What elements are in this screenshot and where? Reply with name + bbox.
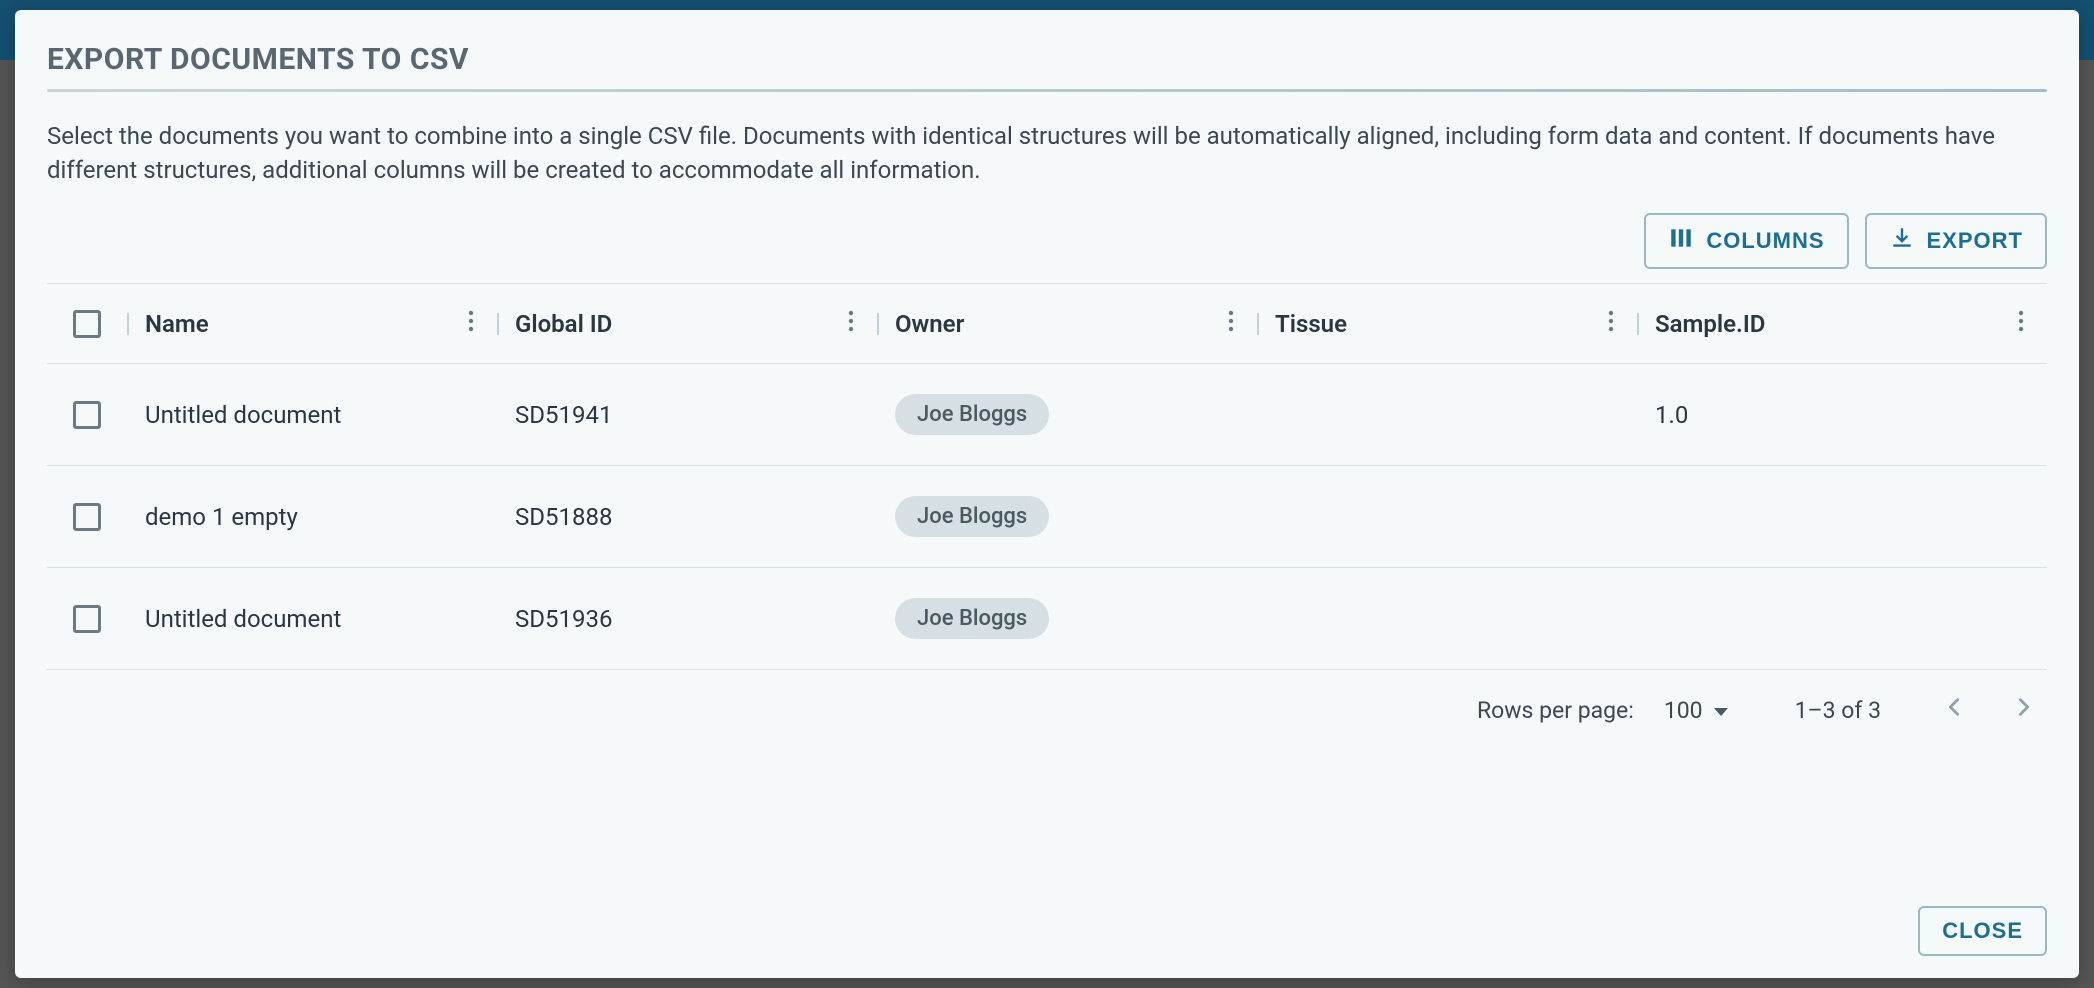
page-range: 1–3 of 3 <box>1795 697 1881 724</box>
column-header-tissue[interactable]: Tissue <box>1257 306 1637 342</box>
cell-owner: Joe Bloggs <box>877 496 1257 537</box>
row-checkbox[interactable] <box>73 401 101 429</box>
export-csv-dialog: EXPORT DOCUMENTS TO CSV Select the docum… <box>15 10 2079 978</box>
table-row[interactable]: demo 1 empty SD51888 Joe Bloggs <box>47 466 2047 568</box>
download-icon <box>1889 225 1915 257</box>
chevron-right-icon <box>2013 697 2035 724</box>
owner-chip: Joe Bloggs <box>895 394 1049 435</box>
cell-name: Untitled document <box>127 605 497 633</box>
cell-owner: Joe Bloggs <box>877 598 1257 639</box>
cell-global-id: SD51941 <box>497 401 877 429</box>
kebab-icon[interactable] <box>2013 306 2029 342</box>
column-header-global-id[interactable]: Global ID <box>497 306 877 342</box>
table-row[interactable]: Untitled document SD51941 Joe Bloggs 1.0 <box>47 364 2047 466</box>
kebab-icon[interactable] <box>1223 306 1239 342</box>
next-page-button[interactable] <box>2009 692 2039 728</box>
title-divider <box>47 89 2047 92</box>
export-button[interactable]: EXPORT <box>1865 213 2047 269</box>
column-label: Owner <box>895 310 964 338</box>
documents-table: Name Global ID Owner Tissue Sample.ID <box>47 283 2047 670</box>
column-header-name[interactable]: Name <box>127 306 497 342</box>
row-checkbox[interactable] <box>73 503 101 531</box>
cell-global-id: SD51936 <box>497 605 877 633</box>
cell-owner: Joe Bloggs <box>877 394 1257 435</box>
table-header: Name Global ID Owner Tissue Sample.ID <box>47 284 2047 364</box>
row-checkbox[interactable] <box>73 605 101 633</box>
kebab-icon[interactable] <box>843 306 859 342</box>
select-all-checkbox[interactable] <box>73 310 101 338</box>
pagination: Rows per page: 100 1–3 of 3 <box>47 670 2047 736</box>
rows-per-page-value: 100 <box>1664 697 1703 724</box>
close-button[interactable]: CLOSE <box>1918 906 2047 956</box>
owner-chip: Joe Bloggs <box>895 598 1049 639</box>
columns-icon <box>1668 225 1694 257</box>
caret-down-icon <box>1713 697 1729 724</box>
column-label: Name <box>145 310 209 338</box>
owner-chip: Joe Bloggs <box>895 496 1049 537</box>
kebab-icon[interactable] <box>1603 306 1619 342</box>
dialog-title: EXPORT DOCUMENTS TO CSV <box>47 42 2047 77</box>
columns-button-label: COLUMNS <box>1706 228 1824 254</box>
column-header-sample-id[interactable]: Sample.ID <box>1637 306 2047 342</box>
prev-page-button[interactable] <box>1939 692 1969 728</box>
kebab-icon[interactable] <box>463 306 479 342</box>
toolbar: COLUMNS EXPORT <box>47 213 2047 269</box>
select-all-cell <box>47 310 127 338</box>
column-label: Tissue <box>1275 310 1347 338</box>
dialog-footer: CLOSE <box>47 886 2047 956</box>
column-label: Sample.ID <box>1655 310 1765 338</box>
cell-sample-id: 1.0 <box>1637 401 2047 429</box>
rows-per-page-label: Rows per page: <box>1477 697 1634 724</box>
rows-per-page-select[interactable]: 100 <box>1656 693 1737 728</box>
export-button-label: EXPORT <box>1927 228 2023 254</box>
cell-global-id: SD51888 <box>497 503 877 531</box>
column-label: Global ID <box>515 310 612 338</box>
column-header-owner[interactable]: Owner <box>877 306 1257 342</box>
table-row[interactable]: Untitled document SD51936 Joe Bloggs <box>47 568 2047 670</box>
cell-name: demo 1 empty <box>127 503 497 531</box>
cell-name: Untitled document <box>127 401 497 429</box>
columns-button[interactable]: COLUMNS <box>1644 213 1848 269</box>
chevron-left-icon <box>1943 697 1965 724</box>
dialog-description: Select the documents you want to combine… <box>47 120 2047 187</box>
